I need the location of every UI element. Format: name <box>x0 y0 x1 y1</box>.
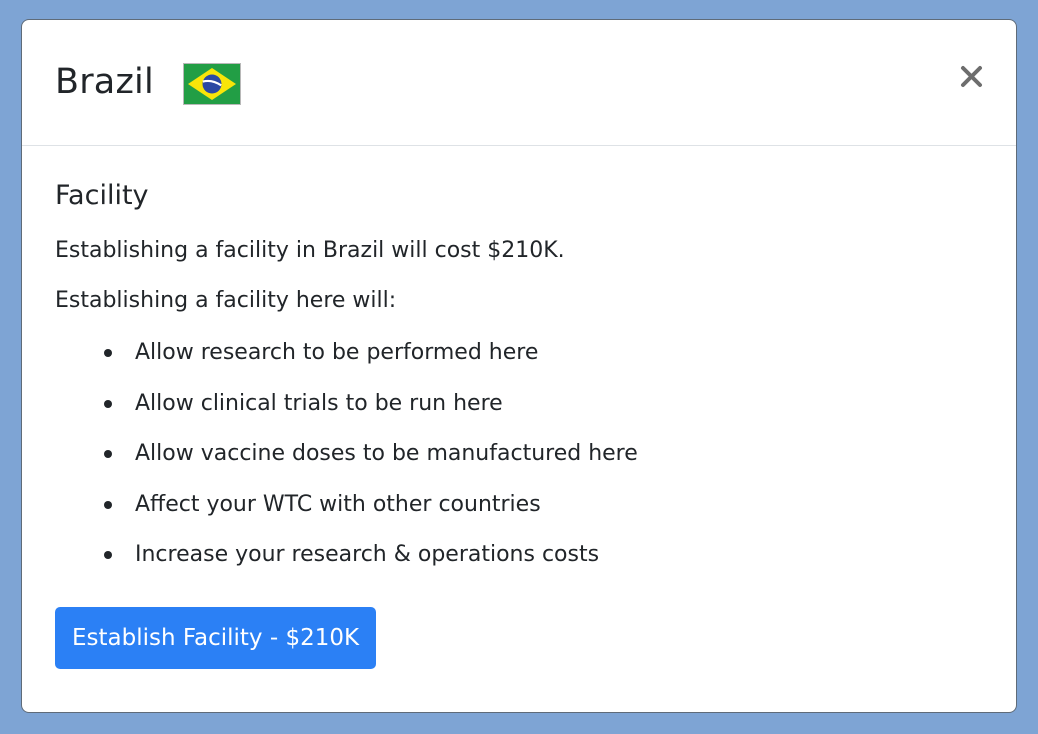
list-item: Allow research to be performed here <box>55 338 638 389</box>
brazil-flag-graphic <box>184 64 240 104</box>
list-item: Allow clinical trials to be run here <box>55 389 638 440</box>
modal-header: Brazil <box>22 20 1016 146</box>
section-title: Facility <box>55 180 149 211</box>
close-icon <box>961 66 982 87</box>
list-item: Increase your research & operations cost… <box>55 540 638 591</box>
list-item-text: Allow vaccine doses to be manufactured h… <box>135 441 638 466</box>
list-item-text: Allow research to be performed here <box>135 340 539 365</box>
list-item-text: Affect your WTC with other countries <box>135 491 541 517</box>
cost-text: Establishing a facility in Brazil will c… <box>55 238 565 263</box>
close-button[interactable] <box>958 61 986 93</box>
effects-list: Allow research to be performed here Allo… <box>55 338 638 591</box>
bullet-icon <box>104 551 112 559</box>
modal-title: Brazil <box>55 62 154 102</box>
brazil-flag-icon <box>183 63 241 105</box>
establish-facility-button[interactable]: Establish Facility - $210K <box>55 607 377 669</box>
bullet-icon <box>104 399 112 408</box>
list-item-text: Increase your research & operations cost… <box>135 542 600 567</box>
list-item: Affect your WTC with other countries <box>55 490 638 541</box>
intro-text: Establishing a facility here will: <box>55 288 397 313</box>
facility-modal: Brazil Facility Establishing a facility … <box>21 19 1017 713</box>
bullet-icon <box>104 450 112 458</box>
list-item-text: Allow clinical trials to be run here <box>135 390 503 416</box>
bullet-icon <box>104 500 112 509</box>
list-item: Allow vaccine doses to be manufactured h… <box>55 439 638 490</box>
bullet-icon <box>104 349 112 357</box>
